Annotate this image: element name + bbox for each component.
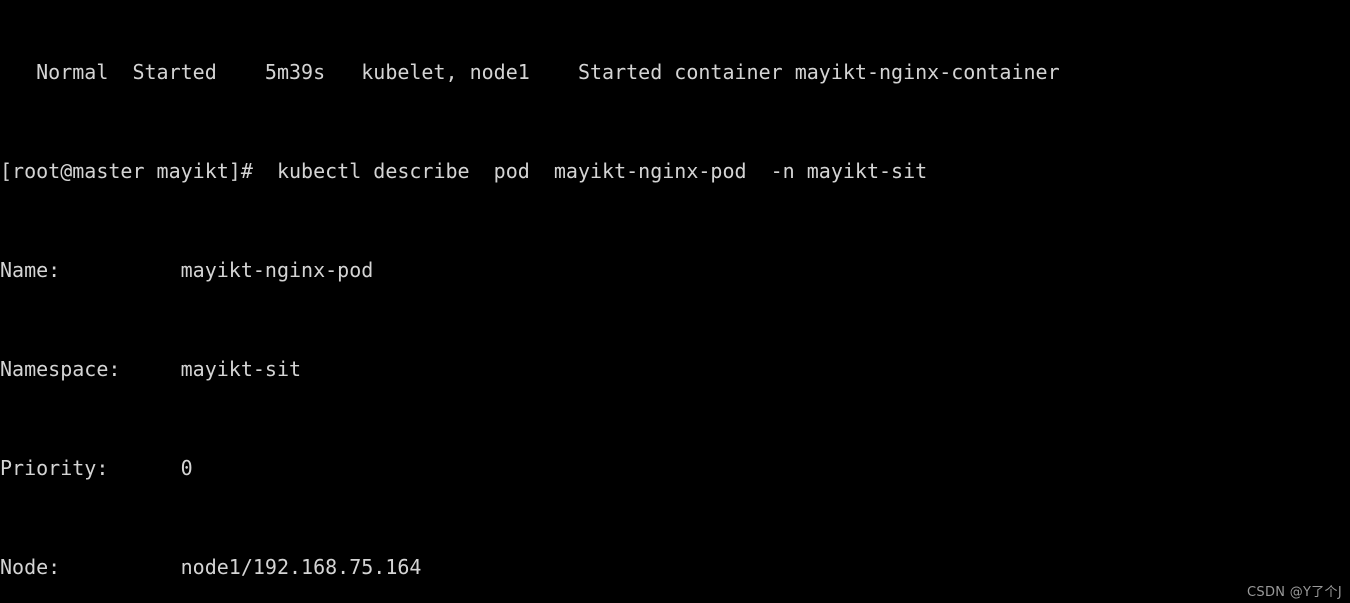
terminal-line-namespace: Namespace: mayikt-sit: [0, 357, 302, 381]
terminal-output[interactable]: Normal Started 5m39s kubelet, node1 Star…: [0, 0, 1350, 603]
terminal-window[interactable]: Normal Started 5m39s kubelet, node1 Star…: [0, 0, 1350, 603]
terminal-line-name: Name: mayikt-nginx-pod: [0, 258, 374, 282]
terminal-line-node: Node: node1/192.168.75.164: [0, 555, 422, 579]
terminal-line-priority: Priority: 0: [0, 456, 193, 480]
terminal-line: Normal Started 5m39s kubelet, node1 Star…: [0, 60, 1060, 84]
terminal-line-command: [root@master mayikt]# kubectl describe p…: [0, 159, 928, 183]
